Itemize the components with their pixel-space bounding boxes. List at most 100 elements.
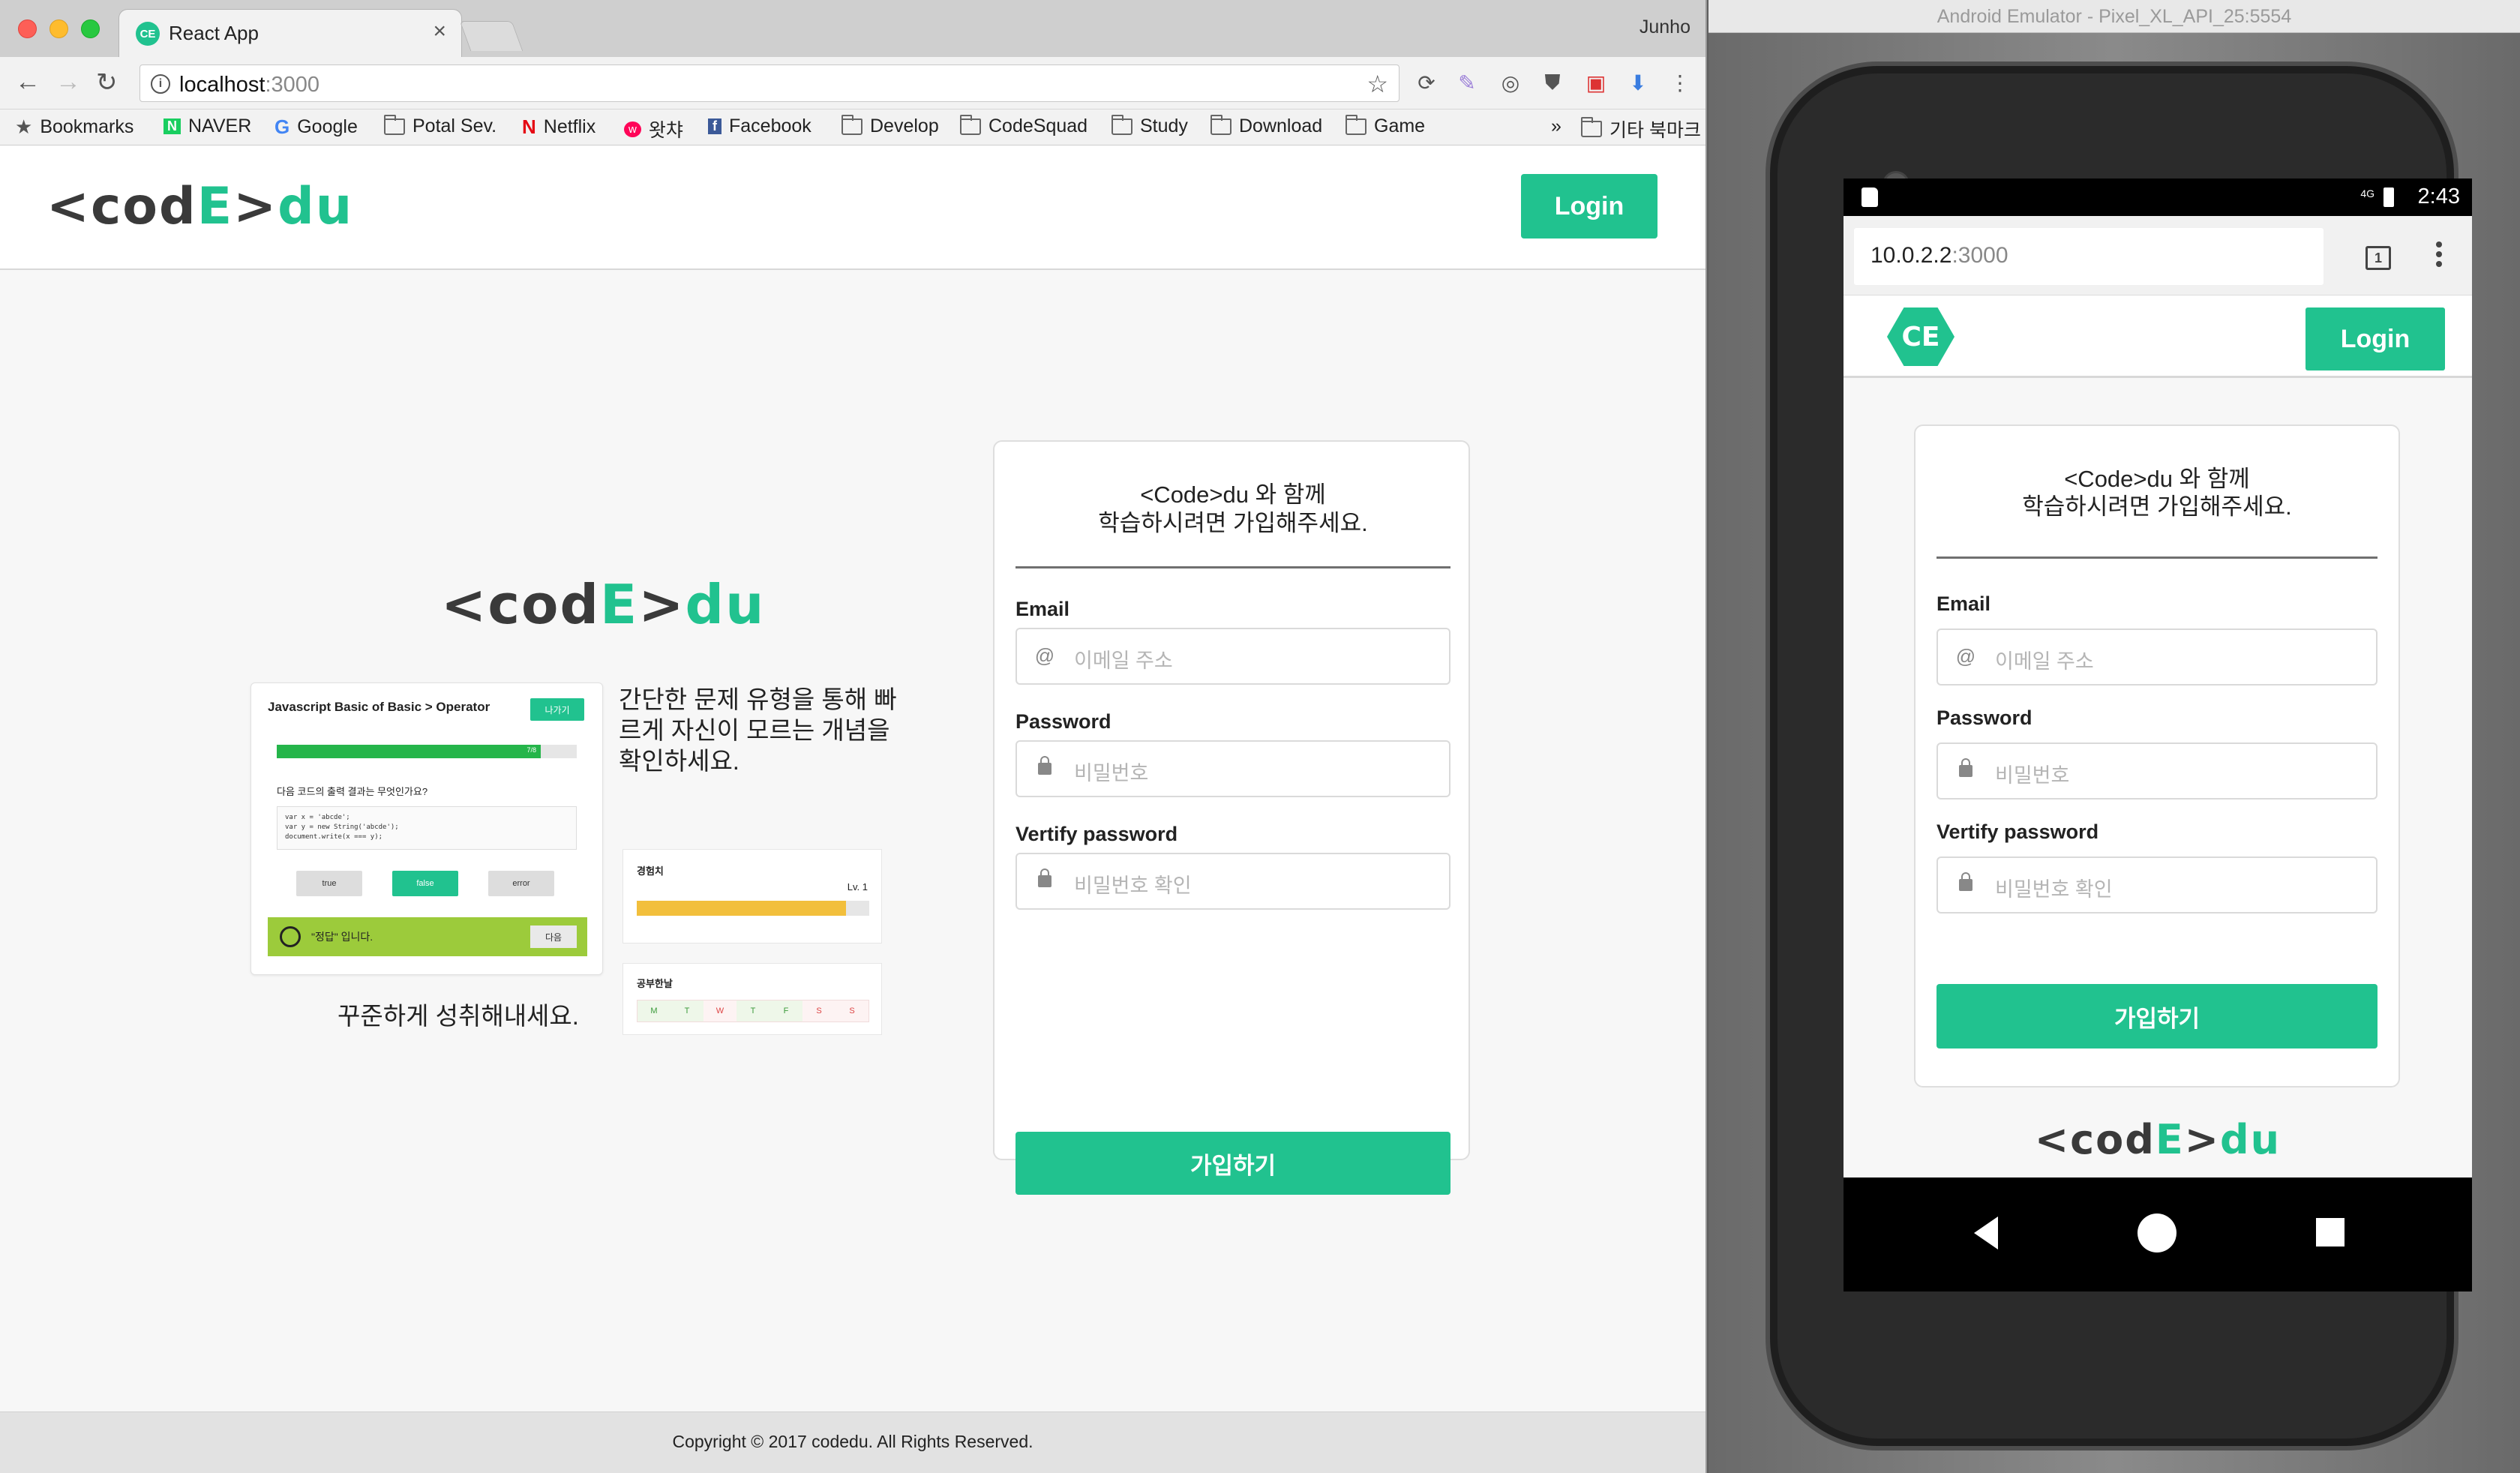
puzzle-extension-icon[interactable]: ▣: [1582, 69, 1610, 96]
site-info-icon[interactable]: i: [151, 74, 170, 94]
mobile-email-field[interactable]: @ 이메일 주소: [1936, 628, 2378, 686]
network-type-icon: 4G: [2360, 188, 2374, 200]
folder-icon: [960, 114, 981, 135]
bookmark-develop[interactable]: Develop: [842, 114, 939, 137]
profile-button[interactable]: Junho: [1640, 16, 1690, 38]
forward-icon[interactable]: →: [56, 68, 81, 97]
mobile-password-field[interactable]: 비밀번호: [1936, 742, 2378, 800]
close-window-button[interactable]: [18, 20, 37, 38]
codedu-favicon-icon: CE: [136, 22, 160, 46]
back-icon[interactable]: ←: [15, 68, 40, 97]
quiz-exit-button: 나가기: [530, 698, 584, 721]
new-tab-button[interactable]: [459, 21, 524, 51]
at-icon: @: [1034, 644, 1055, 667]
emulator-titlebar: Android Emulator - Pixel_XL_API_25:5554: [1708, 0, 2520, 33]
nav-recents-icon[interactable]: [2316, 1218, 2344, 1246]
quiz-answer-text: "정답" 입니다.: [311, 931, 374, 943]
copyright-text: Copyright © 2017 codedu. All Rights Rese…: [672, 1432, 1034, 1451]
codedu-badge-logo[interactable]: CE: [1887, 308, 1954, 366]
quiz-next-button: 다음: [530, 926, 577, 948]
bookmark-netflix[interactable]: N Netflix: [522, 116, 596, 139]
reload-icon[interactable]: ↻: [96, 68, 118, 98]
netflix-icon: N: [522, 116, 536, 138]
tab-title: React App: [169, 22, 259, 44]
mobile-browser-toolbar: 10.0.2.2:3000 1: [1844, 216, 2472, 296]
email-field[interactable]: @ 이메일 주소: [1016, 628, 1450, 685]
nav-home-icon[interactable]: [2138, 1214, 2176, 1252]
web-page: <codE>du Login <codE>du Javascript Basic…: [0, 146, 1706, 1473]
mobile-verify-password-field[interactable]: 비밀번호 확인: [1936, 856, 2378, 914]
bookmark-google[interactable]: G Google: [274, 116, 358, 139]
bookmark-game[interactable]: Game: [1346, 114, 1425, 137]
folder-icon: [1210, 114, 1232, 135]
folder-icon: [1581, 117, 1602, 137]
mobile-login-button[interactable]: Login: [2306, 308, 2445, 370]
exp-progress-fill: [637, 901, 846, 916]
emulator-title: Android Emulator - Pixel_XL_API_25:5554: [1936, 6, 2292, 27]
quiz-progress-bar: 7/8: [277, 745, 577, 758]
bookmark-other[interactable]: 기타 북마크: [1581, 116, 1701, 142]
bookmark-codesquad[interactable]: CodeSquad: [960, 114, 1088, 137]
mobile-verify-password-label: Vertify password: [1936, 820, 2099, 843]
chrome-menu-icon[interactable]: ⋮: [1666, 69, 1694, 96]
battery-icon: [2384, 188, 2394, 207]
mobile-signup-heading: <Code>du 와 함께 학습하시려면 가입해주세요.: [2022, 466, 2292, 520]
day-cell: F: [770, 1000, 802, 1022]
bookmark-naver[interactable]: N NAVER: [164, 116, 251, 137]
bookmarks-bar: ★ Bookmarks N NAVER G Google Potal Sev. N Ne…: [0, 110, 1706, 146]
tab-close-icon[interactable]: ×: [433, 19, 446, 44]
minimize-window-button[interactable]: [50, 20, 68, 38]
day-cell: T: [670, 1000, 704, 1022]
download-extension-icon[interactable]: ⬇: [1624, 69, 1652, 96]
day-cell: S: [836, 1000, 868, 1022]
status-time: 2:43: [2417, 184, 2460, 208]
google-icon: G: [274, 116, 290, 138]
study-days-card: 공부한날 M T W T F S S: [622, 963, 882, 1035]
quiz-code-block: var x = 'abcde'; var y = new String('abc…: [277, 806, 577, 850]
nav-back-icon[interactable]: [1974, 1216, 1998, 1250]
verify-password-field[interactable]: 비밀번호 확인: [1016, 853, 1450, 910]
mobile-signup-button[interactable]: 가입하기: [1936, 984, 2378, 1048]
android-emulator-window: Android Emulator - Pixel_XL_API_25:5554 …: [1708, 0, 2520, 1473]
codedu-logo[interactable]: <codE>du: [46, 177, 353, 236]
tab-strip: CE React App × Junho: [0, 0, 1706, 57]
bookmark-study[interactable]: Study: [1112, 114, 1188, 137]
phone-frame: 4G 2:43 10.0.2.2:3000 1 CE Login <Code>d…: [1766, 62, 2472, 1450]
tab-switcher-icon[interactable]: 1: [2366, 246, 2391, 270]
quiz-option-false: false: [392, 871, 458, 896]
day-cell: T: [736, 1000, 770, 1022]
android-status-bar: 4G 2:43: [1844, 178, 2472, 216]
android-nav-bar: [1844, 1178, 2472, 1292]
quiz-progress-fill: 7/8: [277, 745, 541, 758]
bookmark-watcha[interactable]: w 왓챠: [624, 116, 683, 142]
bookmarks-overflow-button[interactable]: »: [1551, 116, 1562, 137]
address-bar[interactable]: i localhost:3000 ☆: [140, 64, 1400, 102]
overflow-menu-icon[interactable]: [2436, 242, 2442, 271]
bookmark-facebook[interactable]: f Facebook: [708, 116, 812, 137]
password-placeholder: 비밀번호: [1074, 762, 1149, 784]
signup-divider: [1016, 566, 1450, 568]
password-field[interactable]: 비밀번호: [1016, 740, 1450, 797]
exp-title: 경험치: [637, 866, 664, 877]
sync-extension-icon[interactable]: ⟳: [1413, 69, 1440, 96]
tab-react-app[interactable]: CE React App ×: [118, 9, 462, 57]
login-button[interactable]: Login: [1521, 174, 1658, 238]
mobile-signup-card: <Code>du 와 함께 학습하시려면 가입해주세요. Email @ 이메일…: [1914, 424, 2400, 1088]
watcha-icon: w: [624, 121, 641, 137]
bookmark-potal-sev[interactable]: Potal Sev.: [384, 114, 496, 137]
pen-extension-icon[interactable]: ✎: [1454, 69, 1480, 96]
quiz-progress-label: 7/8: [526, 746, 536, 754]
bookmark-download[interactable]: Download: [1210, 114, 1322, 137]
lock-icon: [1959, 758, 1972, 777]
bookmark-star-icon[interactable]: ☆: [1366, 70, 1388, 98]
site-header: <codE>du Login: [0, 146, 1706, 270]
phone-screen: 4G 2:43 10.0.2.2:3000 1 CE Login <Code>d…: [1844, 178, 2472, 1292]
shield-extension-icon[interactable]: ⛊: [1539, 69, 1566, 96]
quiz-option-true: true: [296, 871, 362, 896]
signup-button[interactable]: 가입하기: [1016, 1132, 1450, 1195]
mobile-address-bar[interactable]: 10.0.2.2:3000: [1854, 228, 2324, 285]
bookmark-bookmarks[interactable]: ★ Bookmarks: [15, 116, 134, 139]
wave-extension-icon[interactable]: ◎: [1497, 69, 1524, 96]
browser-toolbar: ← → ↻ i localhost:3000 ☆ ⟳ ✎ ◎ ⛊ ▣ ⬇ ⋮: [0, 57, 1706, 110]
maximize-window-button[interactable]: [81, 20, 100, 38]
